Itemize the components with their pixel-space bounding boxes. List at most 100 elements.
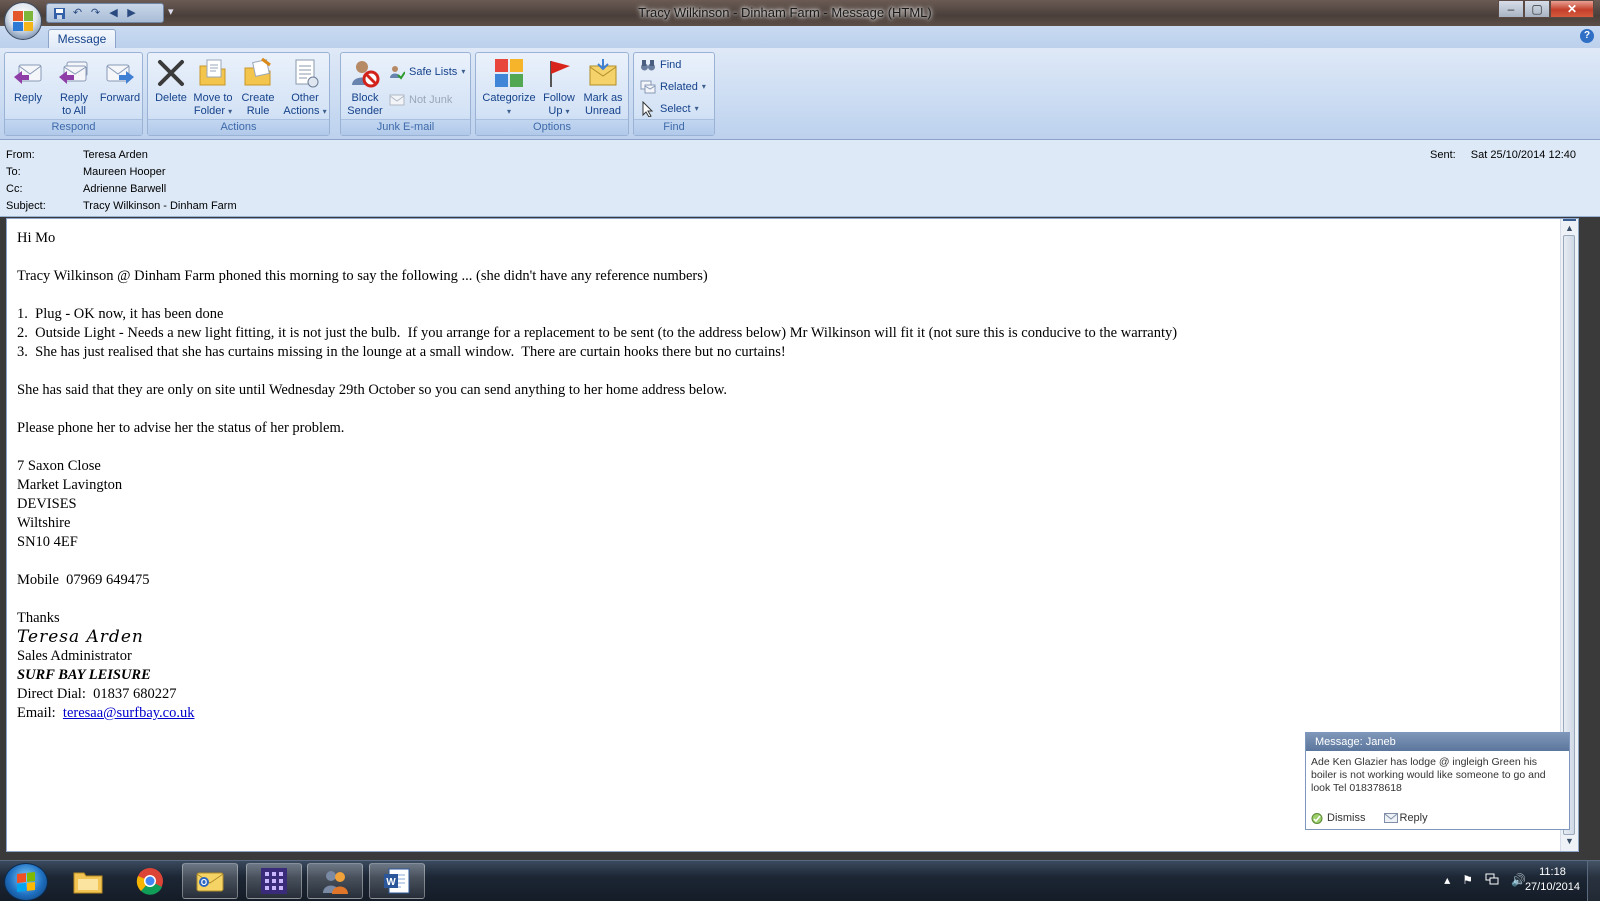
svg-text:W: W <box>386 877 396 888</box>
not-junk-label: Not Junk <box>409 94 453 106</box>
alert-reply-button[interactable]: Reply <box>1383 812 1428 824</box>
select-button[interactable]: Select ▾ <box>640 100 699 118</box>
forward-label: Forward <box>99 92 141 104</box>
message-text: Hi Mo Tracy Wilkinson @ Dinham Farm phon… <box>17 229 1177 723</box>
mark-as-unread-button[interactable]: Mark as Unread <box>580 57 626 118</box>
not-junk-button[interactable]: Not Junk <box>389 91 452 109</box>
delete-button[interactable]: Delete <box>152 57 190 105</box>
follow-up-label-1: Follow <box>543 92 575 104</box>
categorize-button[interactable]: Categorize ▾ <box>480 57 538 118</box>
mark-as-unread-label-1: Mark as <box>583 92 623 104</box>
network-icon[interactable] <box>1485 873 1499 888</box>
email-label: Email: <box>17 705 63 721</box>
from-label: From: <box>6 149 35 161</box>
create-rule-button[interactable]: Create Rule <box>237 57 279 118</box>
forward-button[interactable]: Forward <box>98 57 142 105</box>
safe-lists-icon <box>389 64 406 80</box>
other-actions-button[interactable]: Other Actions ▾ <box>282 57 328 118</box>
safe-lists-dropdown-icon: ▾ <box>461 67 466 76</box>
reply-all-label-1: Reply <box>59 92 89 104</box>
chrome-icon <box>136 868 163 895</box>
sent-value: Sat 25/10/2014 12:40 <box>1470 149 1576 161</box>
block-sender-button[interactable]: Block Sender <box>345 57 385 118</box>
create-rule-label-2: Rule <box>246 105 270 117</box>
taskbar-contacts[interactable] <box>307 863 363 899</box>
office-button[interactable] <box>4 2 42 40</box>
mobile-number: Mobile 07969 649475 <box>17 572 150 588</box>
taskbar-chrome[interactable] <box>122 863 178 899</box>
alert-text[interactable]: Ade Ken Glazier has lodge @ ingleigh Gre… <box>1306 751 1569 795</box>
dismiss-icon <box>1311 813 1323 824</box>
scroll-up-icon[interactable]: ▲ <box>1563 222 1576 235</box>
find-button[interactable]: Find <box>640 56 681 74</box>
reply-all-label-2: to All <box>62 105 86 117</box>
group-label-options: Options <box>476 119 628 135</box>
delete-icon <box>155 57 187 89</box>
safe-lists-button[interactable]: Safe Lists ▾ <box>389 63 465 81</box>
taskbar-explorer[interactable] <box>60 863 116 899</box>
alert-dismiss-button[interactable]: Dismiss <box>1311 812 1366 824</box>
reply-envelope-icon <box>1383 813 1398 823</box>
follow-up-button[interactable]: Follow Up ▾ <box>539 57 579 118</box>
signature-email-row: Email: teresaa@surfbay.co.uk <box>17 704 1177 723</box>
taskbar-outlook[interactable]: O <box>182 863 238 899</box>
office-logo-icon <box>13 11 33 31</box>
list-item-2: 2. Outside Light - Needs a new light fit… <box>17 325 1178 341</box>
reply-all-icon <box>58 57 90 89</box>
to-value[interactable]: Maureen Hooper <box>83 166 166 178</box>
clock-date: 27/10/2014 <box>1524 881 1580 893</box>
move-to-folder-button[interactable]: Move to Folder ▾ <box>191 57 235 118</box>
split-handle-icon[interactable] <box>1563 219 1576 221</box>
taskbar-app-grid[interactable] <box>246 863 302 899</box>
subject-value: Tracy Wilkinson - Dinham Farm <box>83 200 237 212</box>
categorize-label: Categorize <box>482 92 536 104</box>
cc-value[interactable]: Adrienne Barwell <box>83 183 166 195</box>
select-label: Select <box>660 103 691 115</box>
thanks: Thanks <box>17 610 60 626</box>
reply-button[interactable]: Reply <box>9 57 47 105</box>
start-button[interactable] <box>4 863 48 901</box>
show-desktop-button[interactable] <box>1587 861 1600 901</box>
svg-text:O: O <box>201 878 207 887</box>
group-label-respond: Respond <box>5 119 142 135</box>
other-actions-label-2: Actions <box>283 105 320 117</box>
group-actions: Delete Move to Folder ▾ Create Rule Othe… <box>147 52 330 136</box>
tab-message[interactable]: Message <box>48 29 116 49</box>
email-link[interactable]: teresaa@surfbay.co.uk <box>63 705 195 721</box>
address-line-5: SN10 4EF <box>17 534 78 550</box>
system-clock[interactable]: 11:18 27/10/2014 <box>1525 865 1580 895</box>
title-bar: ↶ ↷ ◀ ▶ ▾ Tracy Wilkinson - Dinham Farm … <box>0 0 1600 40</box>
binoculars-icon <box>640 57 656 73</box>
maximize-button[interactable]: ▢ <box>1524 0 1550 18</box>
show-hidden-icons-icon[interactable]: ▴ <box>1444 873 1450 888</box>
close-button[interactable]: ✕ <box>1550 0 1594 18</box>
categorize-icon <box>493 57 525 89</box>
address-line-3: DEVISES <box>17 496 77 512</box>
block-sender-label-2: Sender <box>347 105 383 117</box>
alert-reply-label: Reply <box>1399 812 1428 824</box>
reply-all-button[interactable]: Reply to All <box>53 57 95 118</box>
taskbar-word[interactable]: W <box>369 863 425 899</box>
signature-name: Teresa Arden <box>17 627 144 647</box>
group-options: Categorize ▾ Follow Up ▾ Mark as Unread … <box>475 52 629 136</box>
list-item-3: 3. She has just realised that she has cu… <box>17 344 786 360</box>
help-icon[interactable]: ? <box>1580 29 1594 43</box>
find-label: Find <box>660 59 682 71</box>
action-center-flag-icon[interactable]: ⚑ <box>1462 873 1473 888</box>
new-mail-desktop-alert[interactable]: Message: Janeb Ade Ken Glazier has lodge… <box>1305 732 1570 830</box>
onsite-paragraph: She has said that they are only on site … <box>17 382 727 398</box>
ribbon-tab-row: Message ? <box>0 26 1600 49</box>
cc-label: Cc: <box>6 183 23 195</box>
related-button[interactable]: Related ▾ <box>640 78 706 96</box>
from-value[interactable]: Teresa Arden <box>83 149 148 161</box>
alert-actions: Dismiss Reply <box>1311 812 1428 824</box>
group-label-junk-email: Junk E-mail <box>341 119 470 135</box>
minimize-button[interactable]: – <box>1498 0 1524 18</box>
window-controls: – ▢ ✕ <box>1498 0 1594 18</box>
volume-icon[interactable]: 🔊 <box>1511 873 1526 888</box>
follow-up-flag-icon <box>543 57 575 89</box>
scroll-down-icon[interactable]: ▼ <box>1563 835 1576 848</box>
alert-dismiss-label: Dismiss <box>1327 812 1366 824</box>
move-to-folder-label-2: Folder <box>193 105 226 117</box>
greeting: Hi Mo <box>17 230 56 246</box>
